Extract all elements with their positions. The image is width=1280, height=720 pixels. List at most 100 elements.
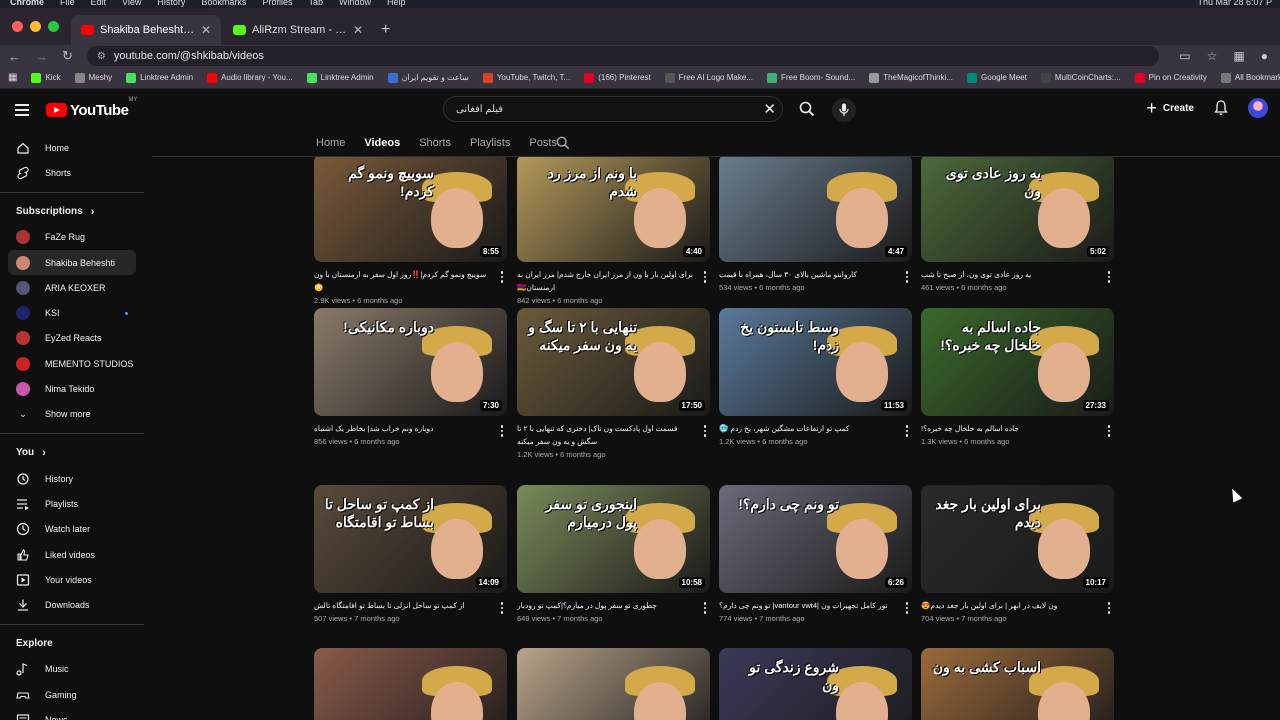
notifications-bell-icon[interactable] <box>1214 100 1228 116</box>
subscription-item[interactable]: MEMENTO STUDIOS <box>0 351 148 376</box>
video-thumbnail[interactable]: یه روز عادی توی ون 5:02 <box>921 157 1114 262</box>
video-card[interactable]: یه روز عادی توی ون 5:02 یه روز عادی توی ون… <box>921 157 1114 292</box>
subscription-item[interactable]: FaZe Rug <box>0 225 148 250</box>
video-thumbnail[interactable]: از کمپ تو ساحل تا بساط تو اقامتگاه 14:09 <box>314 485 507 593</box>
you-heading[interactable]: You › <box>0 440 148 466</box>
video-thumbnail[interactable]: دوباره مکانیکی! 7:30 <box>314 308 507 416</box>
tab-shorts[interactable]: Shorts <box>419 137 451 149</box>
subscription-item[interactable]: EyZed Reacts <box>0 326 148 351</box>
hamburger-menu-icon[interactable] <box>0 104 44 116</box>
video-thumbnail[interactable]: تو ونم چی دارم؟! 6:26 <box>719 485 912 593</box>
video-card[interactable]: وسط تابستون یخ زدم! 11:53 کمپ تو ارتفاعات … <box>719 308 912 446</box>
video-card[interactable]: جاده اسالم به خلخال چه خبره؟! 27:33 جاده ا… <box>921 308 1114 446</box>
video-thumbnail[interactable]: اسباب کشی به ون <box>921 648 1114 720</box>
bookmark-item[interactable]: Linktree Admin <box>126 72 193 83</box>
more-options-icon[interactable] <box>1104 422 1114 446</box>
video-card[interactable] <box>314 648 507 720</box>
video-card[interactable]: اینجوری تو سفر پول درمیارم 10:58 چطوری تو … <box>517 485 710 623</box>
mac-menu-item[interactable]: Profiles <box>262 0 292 7</box>
video-title[interactable]: دوباره ونم خراب شد| بخاطر یک اشتباه <box>314 422 493 435</box>
browser-tab[interactable]: AliRzm Stream - Watch Live o ✕ <box>223 15 373 45</box>
bookmark-item[interactable]: Linktree Admin <box>306 72 374 83</box>
sidebar-item-watch-later[interactable]: Watch later <box>0 517 148 542</box>
video-thumbnail[interactable] <box>517 648 710 720</box>
video-card[interactable]: از کمپ تو ساحل تا بساط تو اقامتگاه 14:09 ا… <box>314 485 507 623</box>
bookmark-item[interactable]: Pin on Creativity <box>1134 72 1207 83</box>
sidebar-item-your-videos[interactable]: Your videos <box>0 567 148 592</box>
sidebar-item-music[interactable]: Music <box>0 657 148 682</box>
mac-menu-item[interactable]: View <box>122 0 141 7</box>
apps-grid-icon[interactable]: ▦ <box>8 72 17 83</box>
video-thumbnail[interactable]: وسط تابستون یخ زدم! 11:53 <box>719 308 912 416</box>
site-info-icon[interactable]: ⚙ <box>97 51 106 62</box>
bookmark-item[interactable]: YouTube, Twitch, T... <box>482 72 570 83</box>
video-thumbnail[interactable]: برای اولین بار جغد دیدم 10:17 <box>921 485 1114 593</box>
video-card[interactable]: اسباب کشی به ون <box>921 648 1114 720</box>
more-options-icon[interactable] <box>700 599 710 623</box>
subscription-item[interactable]: Shakiba Beheshti <box>8 249 136 276</box>
video-title[interactable]: تور کامل تجهیزات ون |vantour vwt4| تو ون… <box>719 599 898 612</box>
sidebar-item-news[interactable]: News <box>0 707 148 720</box>
bookmark-item[interactable]: TheMagicofThinki... <box>869 72 953 83</box>
video-thumbnail[interactable]: شروع زندگی تو ون <box>719 648 912 720</box>
video-thumbnail[interactable]: تنهایی با ۲ تا سگ و یه ون سفر میکنه 17:50 <box>517 308 710 416</box>
sidebar-item-gaming[interactable]: Gaming <box>0 682 148 707</box>
new-tab-button[interactable]: + <box>373 21 398 45</box>
mac-menu-item[interactable]: Help <box>387 0 406 7</box>
video-card[interactable]: تنهایی با ۲ تا سگ و یه ون سفر میکنه 17:50… <box>517 308 710 459</box>
video-title[interactable]: برای اولین بار با ون از مرز ایران خارج ش… <box>517 268 696 294</box>
more-options-icon[interactable] <box>1104 599 1114 623</box>
channel-search-icon[interactable] <box>556 136 570 150</box>
more-options-icon[interactable] <box>902 268 912 292</box>
mac-menu-item[interactable]: History <box>157 0 185 7</box>
video-thumbnail[interactable] <box>314 648 507 720</box>
address-bar[interactable]: ⚙ youtube.com/@shkibab/videos <box>86 46 1160 66</box>
forward-arrow-icon[interactable]: → <box>35 49 48 64</box>
tab-posts[interactable]: Posts <box>529 137 557 149</box>
video-thumbnail[interactable]: 4:47 <box>719 157 912 262</box>
more-options-icon[interactable] <box>497 268 507 305</box>
video-title[interactable]: کاروانتو ماشین بالای ۳۰ سال، همراه با قی… <box>719 268 898 281</box>
bookmark-item[interactable]: Kick <box>31 72 61 83</box>
cast-icon[interactable]: ▭ <box>1179 49 1190 63</box>
account-avatar[interactable] <box>1248 98 1268 118</box>
tab-playlists[interactable]: Playlists <box>470 137 510 149</box>
bookmark-item[interactable]: ساعت و تقویم ایران <box>387 72 469 83</box>
close-window-button[interactable] <box>12 21 23 32</box>
show-more-button[interactable]: ⌄ Show more <box>0 402 148 427</box>
close-tab-icon[interactable]: ✕ <box>201 23 211 37</box>
subscription-item[interactable]: ARIA KEOXER <box>0 275 148 300</box>
mac-menu-item[interactable]: Chrome <box>10 0 44 7</box>
youtube-logo[interactable]: YouTube MY <box>46 97 137 119</box>
video-title[interactable]: یه روز عادی توی ون، از صبح تا شب <box>921 268 1100 281</box>
video-title[interactable]: چطوری تو سفر پول در میارم؟|کمپ تو رودبار <box>517 599 696 612</box>
sidebar-item-home[interactable]: Home <box>0 135 148 160</box>
video-card[interactable]: برای اولین بار جغد دیدم 10:17 ون لایف در ا… <box>921 485 1114 623</box>
video-thumbnail[interactable]: اینجوری تو سفر پول درمیارم 10:58 <box>517 485 710 593</box>
mac-menu-item[interactable]: Tab <box>308 0 323 7</box>
more-options-icon[interactable] <box>497 422 507 446</box>
back-arrow-icon[interactable]: ← <box>8 49 21 64</box>
video-card[interactable]: دوباره مکانیکی! 7:30 دوباره ونم خراب شد| ب… <box>314 308 507 446</box>
bookmark-star-icon[interactable]: ☆ <box>1207 49 1218 63</box>
tab-videos[interactable]: Videos <box>364 137 400 149</box>
video-card[interactable]: تو ونم چی دارم؟! 6:26 تور کامل تجهیزات ون … <box>719 485 912 623</box>
maximize-window-button[interactable] <box>48 21 59 32</box>
bookmark-item[interactable]: Free AI Logo Make... <box>664 72 753 83</box>
bookmark-item[interactable]: Meshy <box>74 72 112 83</box>
video-card[interactable]: شروع زندگی تو ون <box>719 648 912 720</box>
video-card[interactable]: 4:47 کاروانتو ماشین بالای ۳۰ سال، همراه ب… <box>719 157 912 292</box>
search-input[interactable]: فیلم افغانی <box>443 96 783 122</box>
bookmark-item[interactable]: MultiCoinCharts:... <box>1040 72 1121 83</box>
video-title[interactable]: از کمپ تو ساحل انزلی تا بساط تو افامتگاه… <box>314 599 493 612</box>
minimize-window-button[interactable] <box>30 21 41 32</box>
reload-icon[interactable]: ↻ <box>62 48 73 64</box>
sidebar-item-liked-videos[interactable]: Liked videos <box>0 542 148 567</box>
video-title[interactable]: کمپ تو ارتفاعات مشگین شهر، یخ زدم 🥶 <box>719 422 898 435</box>
extensions-icon[interactable]: ▦ <box>1233 49 1244 63</box>
video-card[interactable]: سوییچ ونمو گم کردم! 8:55 سوییچ ونمو گم کرد… <box>314 157 507 305</box>
video-title[interactable]: ون لایف در ابهر | برای اولین بار جغد دید… <box>921 599 1100 612</box>
more-options-icon[interactable] <box>700 422 710 459</box>
sidebar-item-history[interactable]: History <box>0 466 148 491</box>
more-options-icon[interactable] <box>497 599 507 623</box>
